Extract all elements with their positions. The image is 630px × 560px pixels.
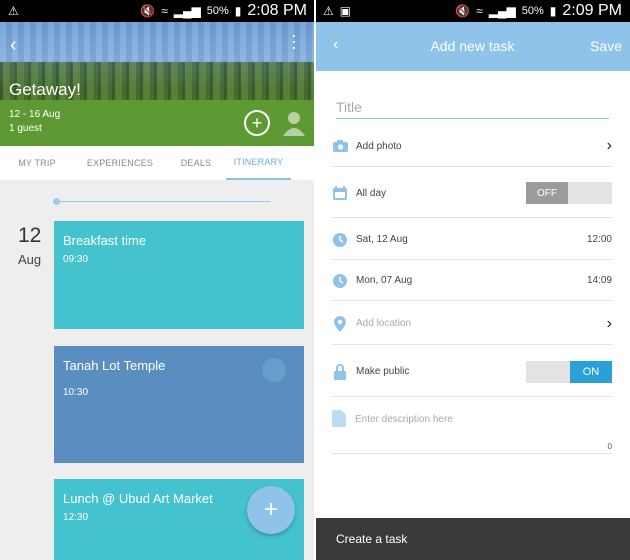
chevron-right-icon: › [606, 314, 612, 332]
mute-icon: 🔇 [140, 4, 156, 18]
add-photo-label: Add photo [356, 140, 402, 152]
battery-percent: 50% [206, 5, 229, 17]
add-task-fab[interactable]: + [247, 486, 295, 534]
add-location-row[interactable]: Add location › [332, 303, 612, 345]
itinerary-card[interactable]: Breakfast time 09:30 [54, 221, 304, 329]
lock-icon [332, 363, 348, 380]
back-icon[interactable]: ‹ [10, 34, 17, 57]
trip-dates: 12 - 16 Aug [9, 109, 61, 120]
end-date: Mon, 07 Aug [356, 275, 413, 286]
add-task-screen: ⚠ ▣ 🔇 ≈ ▂▄▆ 50% ▮ 2:09 PM ‹ Add new task… [315, 0, 630, 560]
signal-icon: ▂▄▆ [173, 4, 201, 18]
battery-percent: 50% [521, 5, 544, 17]
clock-icon [332, 273, 348, 289]
status-time: 2:09 PM [562, 2, 622, 19]
all-day-toggle[interactable]: OFF [526, 182, 612, 204]
gallery-icon: ▣ [339, 4, 352, 18]
guest-avatar-icon [283, 112, 305, 136]
toggle-state: ON [570, 360, 612, 383]
battery-icon: ▮ [549, 4, 557, 18]
trip-tabs: MY TRIP EXPERIENCES DEALS ITINERARY [0, 146, 315, 180]
tab-deals[interactable]: DEALS [166, 146, 226, 180]
card-title: Breakfast time [63, 233, 147, 248]
toggle-state: OFF [526, 182, 568, 204]
itinerary-screen: ⚠ 🔇 ≈ ▂▄▆ 50% ▮ 2:08 PM ‹ · · · Getaway! 1… [0, 0, 315, 560]
itinerary-card[interactable]: Tanah Lot Temple 10:30 [54, 346, 304, 463]
trip-title: Getaway! [9, 80, 81, 99]
create-task-button[interactable]: Create a task [315, 518, 630, 560]
start-date: Sat, 12 Aug [356, 234, 408, 245]
date-month: Aug [18, 252, 42, 267]
make-public-toggle[interactable]: ON [526, 360, 612, 383]
trip-guests: 1 guest [9, 123, 42, 134]
location-pin-icon [332, 315, 348, 332]
save-button[interactable]: Save [590, 38, 622, 54]
make-public-row: Make public ON [332, 347, 612, 397]
make-public-label: Make public [356, 366, 410, 377]
warning-icon: ⚠ [323, 4, 334, 18]
start-date-row[interactable]: Sat, 12 Aug 12:00 [332, 220, 612, 260]
card-time: 09:30 [63, 254, 89, 265]
warning-icon: ⚠ [8, 4, 19, 18]
camera-icon [332, 138, 348, 154]
tab-my-trip[interactable]: MY TRIP [0, 146, 74, 180]
app-bar: ‹ Add new task Save [315, 22, 630, 71]
clock-icon [332, 232, 348, 248]
description-placeholder: Enter description here [355, 414, 453, 425]
description-field[interactable]: Enter description here 0 [332, 408, 612, 454]
status-time: 2:08 PM [247, 2, 307, 19]
wifi-icon: ≈ [476, 4, 483, 18]
title-input[interactable] [336, 95, 609, 119]
card-title: Tanah Lot Temple [63, 358, 166, 373]
end-date-row[interactable]: Mon, 07 Aug 14:09 [332, 261, 612, 301]
tab-itinerary[interactable]: ITINERARY [226, 146, 291, 180]
status-bar: ⚠ ▣ 🔇 ≈ ▂▄▆ 50% ▮ 2:09 PM [315, 0, 630, 22]
timeline-line [56, 201, 270, 202]
date-day: 12 [18, 224, 42, 247]
page-title: Add new task [430, 38, 515, 54]
trip-hero: ‹ · · · Getaway! 12 - 16 Aug 1 guest + [0, 22, 315, 146]
document-icon [332, 410, 346, 427]
add-guest-button[interactable]: + [244, 110, 270, 136]
char-count: 0 [607, 442, 612, 451]
add-location-label: Add location [356, 318, 412, 329]
calendar-icon [332, 185, 348, 201]
signal-icon: ▂▄▆ [488, 4, 516, 18]
card-badge-icon [262, 358, 286, 382]
battery-icon: ▮ [234, 4, 242, 18]
add-photo-row[interactable]: Add photo › [332, 126, 612, 167]
mute-icon: 🔇 [455, 4, 471, 18]
status-bar: ⚠ 🔇 ≈ ▂▄▆ 50% ▮ 2:08 PM [0, 0, 315, 22]
end-time[interactable]: 14:09 [587, 275, 612, 286]
card-time: 10:30 [63, 387, 89, 398]
start-time[interactable]: 12:00 [587, 234, 612, 245]
all-day-row: All day OFF [332, 169, 612, 218]
all-day-label: All day [356, 187, 387, 199]
screen-divider [314, 0, 316, 560]
tab-experiences[interactable]: EXPERIENCES [74, 146, 166, 180]
wifi-icon: ≈ [161, 4, 168, 18]
chevron-right-icon: › [606, 137, 612, 154]
more-vert-icon[interactable]: · · · [291, 26, 297, 56]
